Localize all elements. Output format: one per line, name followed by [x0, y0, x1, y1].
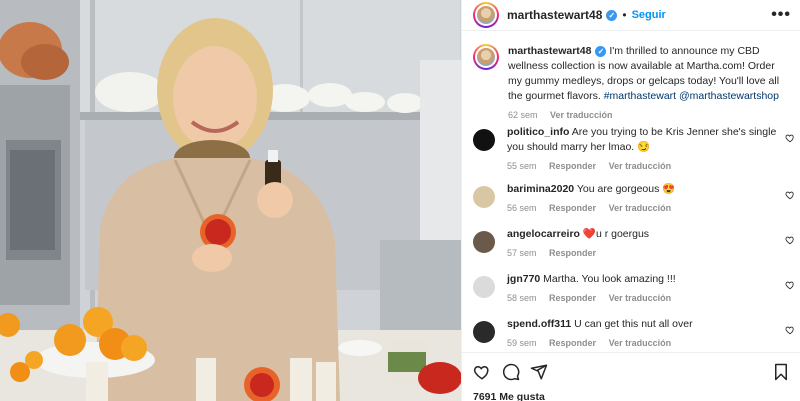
comment-meta: 56 sem Responder Ver traducción: [507, 201, 779, 216]
comment-username[interactable]: barimina2020: [507, 183, 574, 195]
verified-badge-icon: ✓: [606, 9, 618, 21]
likes-count[interactable]: 7691 Me gusta: [473, 391, 545, 401]
like-comment-heart-icon[interactable]: [785, 190, 795, 200]
comments-list: marthastewart48 ✓ I'm thrilled to announc…: [462, 32, 800, 352]
comment-username[interactable]: angelocarreiro: [507, 228, 580, 240]
comment-time[interactable]: 59 sem: [507, 338, 537, 348]
author-username[interactable]: marthastewart48: [507, 8, 602, 22]
caption-translate-button[interactable]: Ver traducción: [550, 110, 613, 120]
comment-bubble-icon[interactable]: [502, 363, 520, 381]
comment-username[interactable]: jgn770: [507, 273, 540, 285]
comment-time[interactable]: 58 sem: [507, 293, 537, 303]
reply-button[interactable]: Responder: [549, 161, 596, 171]
caption-avatar[interactable]: [473, 44, 499, 70]
caption-hashtag[interactable]: #marthastewart: [604, 90, 676, 102]
follow-button[interactable]: Seguir: [632, 9, 666, 21]
post-panel: marthastewart48 ✓ • Seguir ••• marthaste…: [461, 0, 800, 401]
save-bookmark-icon[interactable]: [772, 363, 790, 381]
translate-button[interactable]: Ver traducción: [609, 161, 672, 171]
author-avatar[interactable]: [473, 2, 499, 28]
comment-item: angelocarreiro ❤️u r goergus 57 sem Resp…: [473, 227, 795, 261]
comment-time[interactable]: 55 sem: [507, 161, 537, 171]
comment-meta: 57 sem Responder: [507, 246, 779, 261]
reply-button[interactable]: Responder: [549, 203, 596, 213]
post-header: marthastewart48 ✓ • Seguir •••: [462, 0, 800, 31]
comment-item: spend.off311 U can get this nut all over…: [473, 317, 795, 351]
like-comment-heart-icon[interactable]: [785, 235, 795, 245]
instagram-post: marthastewart48 ✓ • Seguir ••• marthaste…: [0, 0, 800, 401]
post-action-bar: 7691 Me gusta: [462, 352, 800, 401]
comment-meta: 59 sem Responder Ver traducción: [507, 336, 779, 351]
reply-button[interactable]: Responder: [549, 293, 596, 303]
caption-meta: 62 sem Ver traducción: [508, 108, 780, 123]
comment-meta: 55 sem Responder Ver traducción: [507, 159, 779, 174]
verified-badge-icon: ✓: [595, 46, 607, 57]
translate-button[interactable]: Ver traducción: [609, 203, 672, 213]
comment-text: You are gorgeous 😍: [574, 183, 676, 195]
like-heart-icon[interactable]: [473, 363, 491, 381]
post-photo[interactable]: [0, 0, 461, 401]
like-comment-heart-icon[interactable]: [785, 280, 795, 290]
photo-illustration: [0, 0, 461, 401]
comment-item: politico_info Are you trying to be Kris …: [473, 125, 795, 174]
more-options-button[interactable]: •••: [771, 6, 791, 24]
caption-username[interactable]: marthastewart48: [508, 45, 591, 57]
comment-username[interactable]: spend.off311: [507, 318, 571, 330]
post-caption: marthastewart48 ✓ I'm thrilled to announc…: [473, 44, 793, 123]
comment-username[interactable]: politico_info: [507, 126, 569, 138]
caption-time[interactable]: 62 sem: [508, 110, 538, 120]
comment-item: barimina2020 You are gorgeous 😍 56 sem R…: [473, 182, 795, 216]
comment-meta: 58 sem Responder Ver traducción: [507, 291, 779, 306]
share-send-icon[interactable]: [530, 363, 548, 381]
comment-avatar[interactable]: [473, 231, 495, 253]
like-comment-heart-icon[interactable]: [785, 325, 795, 335]
comment-text: ❤️u r goergus: [579, 228, 650, 240]
comment-item: jgn770 Martha. You look amazing !!! 58 s…: [473, 272, 795, 306]
comment-avatar[interactable]: [473, 321, 495, 343]
reply-button[interactable]: Responder: [549, 248, 596, 258]
separator-dot: •: [622, 8, 627, 22]
comment-avatar[interactable]: [473, 129, 495, 151]
comment-time[interactable]: 56 sem: [507, 203, 537, 213]
comment-avatar[interactable]: [473, 276, 495, 298]
comment-avatar[interactable]: [473, 186, 495, 208]
comment-text: U can get this nut all over: [571, 318, 693, 330]
translate-button[interactable]: Ver traducción: [609, 293, 672, 303]
comment-text: Martha. You look amazing !!!: [540, 273, 676, 285]
caption-mention[interactable]: @marthastewartshop: [679, 90, 779, 102]
reply-button[interactable]: Responder: [549, 338, 596, 348]
translate-button[interactable]: Ver traducción: [609, 338, 672, 348]
comment-time[interactable]: 57 sem: [507, 248, 537, 258]
like-comment-heart-icon[interactable]: [785, 133, 795, 143]
